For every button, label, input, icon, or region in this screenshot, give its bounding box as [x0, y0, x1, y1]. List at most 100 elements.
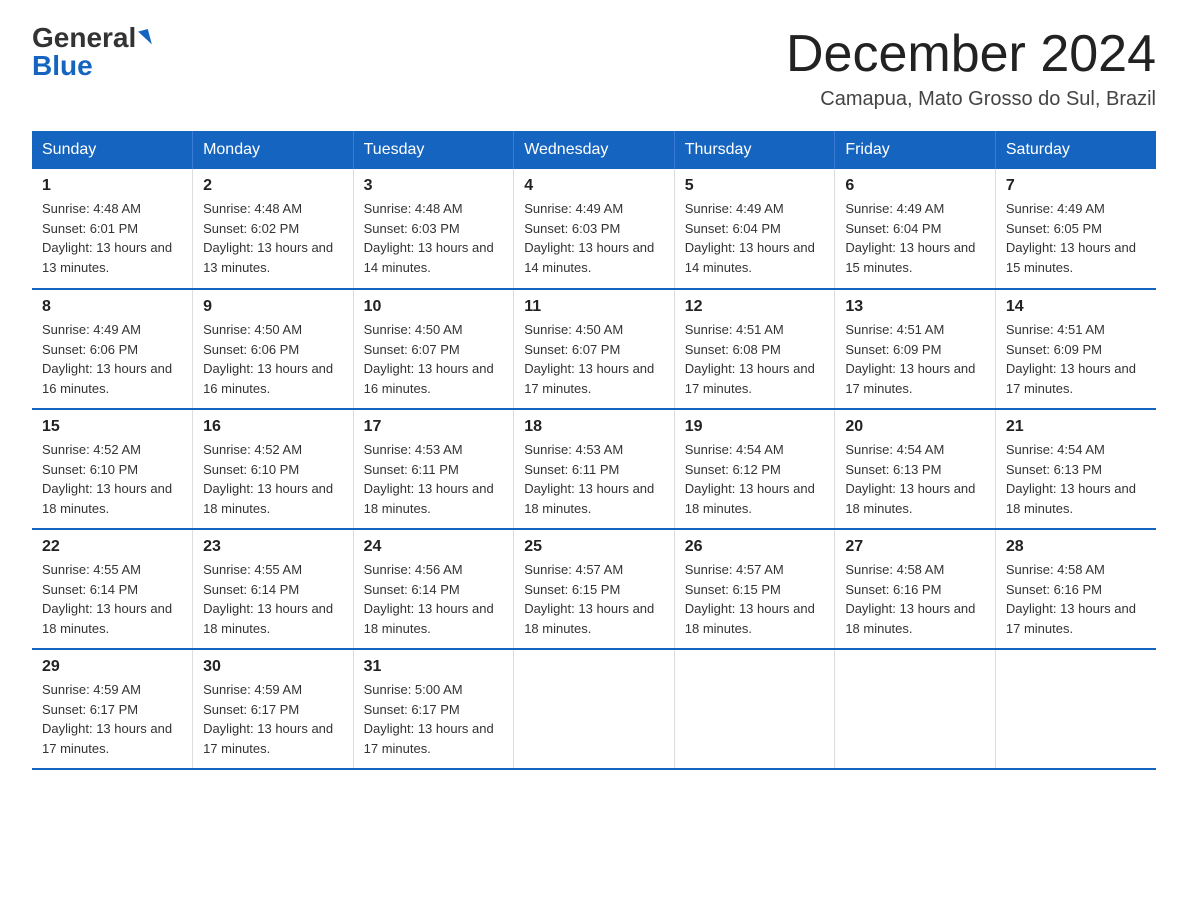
top-section: General Blue December 2024 Camapua, Mato…	[32, 24, 1156, 111]
day-number: 10	[364, 298, 504, 316]
logo-general-text: General	[32, 24, 136, 52]
cell-week1-day5: 6 Sunrise: 4:49 AMSunset: 6:04 PMDaylight…	[835, 169, 996, 289]
week-row-3: 15Sunrise: 4:52 AMSunset: 6:10 PMDayligh…	[32, 409, 1156, 529]
day-info: Sunrise: 4:52 AMSunset: 6:10 PMDaylight:…	[42, 440, 182, 518]
day-number: 9	[203, 298, 343, 316]
cell-week3-day4: 19Sunrise: 4:54 AMSunset: 6:12 PMDayligh…	[674, 409, 835, 529]
day-info: Sunrise: 4:53 AMSunset: 6:11 PMDaylight:…	[364, 440, 504, 518]
cell-week5-day3	[514, 649, 675, 769]
col-saturday: Saturday	[995, 131, 1156, 169]
day-number: 13	[845, 298, 985, 316]
cell-week4-day5: 27Sunrise: 4:58 AMSunset: 6:16 PMDayligh…	[835, 529, 996, 649]
day-info: Sunrise: 4:59 AMSunset: 6:17 PMDaylight:…	[42, 680, 182, 758]
month-title: December 2024	[786, 24, 1156, 84]
day-number: 3	[364, 177, 504, 195]
cell-week2-day3: 11Sunrise: 4:50 AMSunset: 6:07 PMDayligh…	[514, 289, 675, 409]
day-number: 23	[203, 538, 343, 556]
cell-week4-day4: 26Sunrise: 4:57 AMSunset: 6:15 PMDayligh…	[674, 529, 835, 649]
day-info: Sunrise: 4:50 AMSunset: 6:06 PMDaylight:…	[203, 320, 343, 398]
col-tuesday: Tuesday	[353, 131, 514, 169]
day-number: 28	[1006, 538, 1146, 556]
col-wednesday: Wednesday	[514, 131, 675, 169]
col-sunday: Sunday	[32, 131, 193, 169]
day-info: Sunrise: 4:59 AMSunset: 6:17 PMDaylight:…	[203, 680, 343, 758]
week-row-5: 29Sunrise: 4:59 AMSunset: 6:17 PMDayligh…	[32, 649, 1156, 769]
day-number: 14	[1006, 298, 1146, 316]
cell-week5-day1: 30 Sunrise: 4:59 AMSunset: 6:17 PMDayligh…	[193, 649, 354, 769]
day-info: Sunrise: 4:49 AMSunset: 6:04 PMDaylight:…	[685, 199, 825, 277]
day-info: Sunrise: 4:49 AMSunset: 6:03 PMDaylight:…	[524, 199, 664, 277]
cell-week4-day6: 28 Sunrise: 4:58 AMSunset: 6:16 PMDayligh…	[995, 529, 1156, 649]
day-info: Sunrise: 4:52 AMSunset: 6:10 PMDaylight:…	[203, 440, 343, 518]
day-number: 5	[685, 177, 825, 195]
col-thursday: Thursday	[674, 131, 835, 169]
day-number: 17	[364, 418, 504, 436]
cell-week2-day5: 13 Sunrise: 4:51 AMSunset: 6:09 PMDayligh…	[835, 289, 996, 409]
day-info: Sunrise: 4:49 AMSunset: 6:06 PMDaylight:…	[42, 320, 182, 398]
day-number: 20	[845, 418, 985, 436]
cell-week3-day0: 15Sunrise: 4:52 AMSunset: 6:10 PMDayligh…	[32, 409, 193, 529]
day-number: 19	[685, 418, 825, 436]
cell-week1-day6: 7Sunrise: 4:49 AMSunset: 6:05 PMDaylight…	[995, 169, 1156, 289]
day-number: 1	[42, 177, 182, 195]
day-info: Sunrise: 4:53 AMSunset: 6:11 PMDaylight:…	[524, 440, 664, 518]
day-number: 4	[524, 177, 664, 195]
day-info: Sunrise: 4:50 AMSunset: 6:07 PMDaylight:…	[364, 320, 504, 398]
cell-week3-day6: 21Sunrise: 4:54 AMSunset: 6:13 PMDayligh…	[995, 409, 1156, 529]
calendar-table: Sunday Monday Tuesday Wednesday Thursday…	[32, 131, 1156, 770]
title-section: December 2024 Camapua, Mato Grosso do Su…	[786, 24, 1156, 111]
day-number: 8	[42, 298, 182, 316]
cell-week1-day3: 4 Sunrise: 4:49 AMSunset: 6:03 PMDaylight…	[514, 169, 675, 289]
day-info: Sunrise: 4:48 AMSunset: 6:02 PMDaylight:…	[203, 199, 343, 277]
day-info: Sunrise: 4:51 AMSunset: 6:09 PMDaylight:…	[1006, 320, 1146, 398]
day-number: 18	[524, 418, 664, 436]
day-info: Sunrise: 4:50 AMSunset: 6:07 PMDaylight:…	[524, 320, 664, 398]
day-number: 25	[524, 538, 664, 556]
cell-week5-day0: 29Sunrise: 4:59 AMSunset: 6:17 PMDayligh…	[32, 649, 193, 769]
cell-week3-day5: 20 Sunrise: 4:54 AMSunset: 6:13 PMDayligh…	[835, 409, 996, 529]
cell-week2-day1: 9 Sunrise: 4:50 AMSunset: 6:06 PMDaylight…	[193, 289, 354, 409]
cell-week5-day5	[835, 649, 996, 769]
day-info: Sunrise: 4:58 AMSunset: 6:16 PMDaylight:…	[845, 560, 985, 638]
day-info: Sunrise: 4:57 AMSunset: 6:15 PMDaylight:…	[524, 560, 664, 638]
day-info: Sunrise: 4:55 AMSunset: 6:14 PMDaylight:…	[203, 560, 343, 638]
cell-week5-day2: 31Sunrise: 5:00 AMSunset: 6:17 PMDayligh…	[353, 649, 514, 769]
cell-week2-day4: 12 Sunrise: 4:51 AMSunset: 6:08 PMDayligh…	[674, 289, 835, 409]
cell-week1-day0: 1Sunrise: 4:48 AMSunset: 6:01 PMDaylight…	[32, 169, 193, 289]
day-number: 16	[203, 418, 343, 436]
day-info: Sunrise: 4:54 AMSunset: 6:13 PMDaylight:…	[845, 440, 985, 518]
cell-week3-day1: 16 Sunrise: 4:52 AMSunset: 6:10 PMDayligh…	[193, 409, 354, 529]
day-number: 7	[1006, 177, 1146, 195]
cell-week1-day2: 3 Sunrise: 4:48 AMSunset: 6:03 PMDaylight…	[353, 169, 514, 289]
day-number: 30	[203, 658, 343, 676]
location-title: Camapua, Mato Grosso do Sul, Brazil	[786, 88, 1156, 111]
calendar-header: Sunday Monday Tuesday Wednesday Thursday…	[32, 131, 1156, 169]
day-info: Sunrise: 4:51 AMSunset: 6:08 PMDaylight:…	[685, 320, 825, 398]
day-info: Sunrise: 4:48 AMSunset: 6:03 PMDaylight:…	[364, 199, 504, 277]
logo: General Blue	[32, 24, 150, 80]
cell-week4-day2: 24Sunrise: 4:56 AMSunset: 6:14 PMDayligh…	[353, 529, 514, 649]
week-row-4: 22 Sunrise: 4:55 AMSunset: 6:14 PMDayligh…	[32, 529, 1156, 649]
cell-week5-day6	[995, 649, 1156, 769]
day-number: 31	[364, 658, 504, 676]
day-number: 22	[42, 538, 182, 556]
day-number: 21	[1006, 418, 1146, 436]
cell-week4-day1: 23 Sunrise: 4:55 AMSunset: 6:14 PMDayligh…	[193, 529, 354, 649]
day-info: Sunrise: 4:51 AMSunset: 6:09 PMDaylight:…	[845, 320, 985, 398]
day-info: Sunrise: 4:49 AMSunset: 6:04 PMDaylight:…	[845, 199, 985, 277]
day-info: Sunrise: 4:58 AMSunset: 6:16 PMDaylight:…	[1006, 560, 1146, 638]
col-friday: Friday	[835, 131, 996, 169]
cell-week1-day1: 2 Sunrise: 4:48 AMSunset: 6:02 PMDaylight…	[193, 169, 354, 289]
calendar-body: 1Sunrise: 4:48 AMSunset: 6:01 PMDaylight…	[32, 169, 1156, 769]
cell-week2-day6: 14 Sunrise: 4:51 AMSunset: 6:09 PMDayligh…	[995, 289, 1156, 409]
logo-triangle-icon	[138, 29, 152, 47]
day-number: 2	[203, 177, 343, 195]
cell-week4-day3: 25 Sunrise: 4:57 AMSunset: 6:15 PMDayligh…	[514, 529, 675, 649]
week-row-2: 8 Sunrise: 4:49 AMSunset: 6:06 PMDaylight…	[32, 289, 1156, 409]
day-number: 12	[685, 298, 825, 316]
week-row-1: 1Sunrise: 4:48 AMSunset: 6:01 PMDaylight…	[32, 169, 1156, 289]
cell-week3-day3: 18 Sunrise: 4:53 AMSunset: 6:11 PMDayligh…	[514, 409, 675, 529]
day-number: 6	[845, 177, 985, 195]
header-row: Sunday Monday Tuesday Wednesday Thursday…	[32, 131, 1156, 169]
cell-week2-day0: 8 Sunrise: 4:49 AMSunset: 6:06 PMDaylight…	[32, 289, 193, 409]
